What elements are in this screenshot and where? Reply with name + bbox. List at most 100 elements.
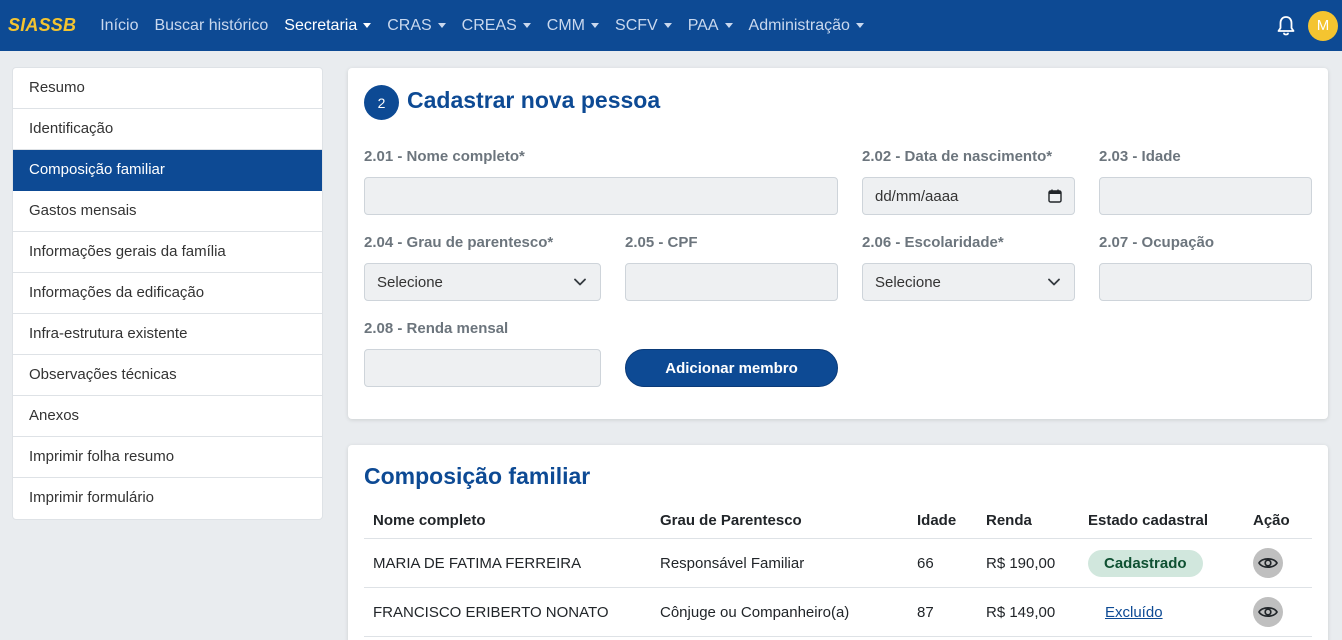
- chevron-down-icon: [574, 278, 586, 286]
- sidebar-item-identificacao[interactable]: Identificação: [13, 109, 322, 150]
- parentesco-label: 2.04 - Grau de parentesco*: [364, 234, 554, 251]
- nav-secretaria-label: Secretaria: [284, 16, 358, 34]
- sidebar-item-resumo[interactable]: Resumo: [13, 68, 322, 109]
- ocupacao-label: 2.07 - Ocupação: [1099, 234, 1215, 251]
- top-navbar: SIASSB Início Buscar histórico Secretari…: [0, 0, 1342, 51]
- nav-buscar-historico[interactable]: Buscar histórico: [154, 17, 268, 35]
- cell-renda: R$ 149,00: [986, 603, 1056, 621]
- brand-logo[interactable]: SIASSB: [8, 15, 76, 36]
- nav-scfv-label: SCFV: [615, 16, 658, 34]
- escolaridade-label: 2.06 - Escolaridade*: [862, 234, 1004, 251]
- cell-idade: 87: [917, 603, 934, 621]
- parentesco-selected: Selecione: [377, 273, 443, 291]
- cell-acao: [1253, 539, 1283, 587]
- eye-icon: [1258, 558, 1278, 568]
- nav-paa[interactable]: PAA: [688, 17, 733, 35]
- caret-down-icon: [663, 23, 672, 28]
- table-row: MARIA DE FATIMA FERREIRA Responsável Fam…: [364, 539, 1312, 588]
- cell-parentesco: Cônjuge ou Companheiro(a): [660, 603, 850, 621]
- table-row: FRANCISCO ERIBERTO NONATO Cônjuge ou Com…: [364, 588, 1312, 637]
- cell-acao: [1253, 588, 1283, 636]
- table-header-row: Nome completo Grau de Parentesco Idade R…: [364, 502, 1312, 539]
- view-button[interactable]: [1253, 597, 1283, 627]
- navbar-right-group: M: [1276, 0, 1338, 51]
- cell-estado: Cadastrado: [1088, 539, 1203, 587]
- sidebar-item-composicao-familiar[interactable]: Composição familiar: [13, 150, 322, 191]
- new-person-form-card: 2 Cadastrar nova pessoa 2.01 - Nome comp…: [348, 68, 1328, 419]
- nav-buscar-historico-label: Buscar histórico: [154, 16, 269, 34]
- nav-administracao[interactable]: Administração: [749, 17, 864, 35]
- cpf-label: 2.05 - CPF: [625, 234, 698, 251]
- avatar[interactable]: M: [1308, 10, 1338, 41]
- eye-icon: [1258, 607, 1278, 617]
- view-button[interactable]: [1253, 548, 1283, 578]
- caret-down-icon: [855, 23, 864, 28]
- caret-down-icon: [522, 23, 531, 28]
- avatar-initial: M: [1316, 17, 1330, 34]
- sidebar-item-informacoes-edificacao[interactable]: Informações da edificação: [13, 273, 322, 314]
- nav-creas-label: CREAS: [461, 16, 517, 34]
- status-badge: Cadastrado: [1088, 549, 1203, 577]
- renda-label: 2.08 - Renda mensal: [364, 320, 509, 337]
- nav-secretaria[interactable]: Secretaria: [284, 16, 372, 35]
- nascimento-date-input[interactable]: dd/mm/aaaa: [862, 177, 1075, 215]
- escolaridade-selected: Selecione: [875, 273, 941, 291]
- nav-scfv[interactable]: SCFV: [615, 17, 672, 35]
- add-member-button[interactable]: Adicionar membro: [625, 349, 838, 387]
- nav-cras-label: CRAS: [387, 16, 432, 34]
- sidebar-item-imprimir-formulario[interactable]: Imprimir formulário: [13, 478, 322, 519]
- nascimento-label: 2.02 - Data de nascimento*: [862, 148, 1053, 165]
- idade-label: 2.03 - Idade: [1099, 148, 1181, 165]
- sidebar-item-imprimir-folha-resumo[interactable]: Imprimir folha resumo: [13, 437, 322, 478]
- col-header-renda: Renda: [986, 511, 1032, 529]
- cell-idade: 66: [917, 554, 934, 572]
- status-link[interactable]: Excluído: [1088, 604, 1163, 621]
- cell-nome: MARIA DE FATIMA FERREIRA: [373, 554, 582, 572]
- sidebar-item-gastos-mensais[interactable]: Gastos mensais: [13, 191, 322, 232]
- nav-creas[interactable]: CREAS: [462, 17, 531, 35]
- col-header-nome: Nome completo: [373, 511, 486, 529]
- calendar-icon[interactable]: [1048, 189, 1062, 203]
- sidebar-item-anexos[interactable]: Anexos: [13, 396, 322, 437]
- bell-icon[interactable]: [1276, 15, 1296, 37]
- cell-renda: R$ 190,00: [986, 554, 1056, 572]
- escolaridade-select[interactable]: Selecione: [862, 263, 1075, 301]
- sidebar-item-observacoes-tecnicas[interactable]: Observações técnicas: [13, 355, 322, 396]
- idade-input: [1099, 177, 1312, 215]
- step-badge: 2: [364, 85, 399, 120]
- cell-estado: Excluído: [1088, 588, 1163, 636]
- renda-input[interactable]: [364, 349, 601, 387]
- nav-cmm[interactable]: CMM: [546, 16, 600, 35]
- nome-label: 2.01 - Nome completo*: [364, 148, 525, 165]
- sidebar-item-informacoes-gerais[interactable]: Informações gerais da família: [13, 232, 322, 273]
- col-header-parentesco: Grau de Parentesco: [660, 511, 802, 529]
- col-header-acao: Ação: [1253, 511, 1290, 529]
- cell-nome: FRANCISCO ERIBERTO NONATO: [373, 603, 609, 621]
- family-table: Nome completo Grau de Parentesco Idade R…: [364, 502, 1312, 637]
- nav-inicio[interactable]: Início: [100, 17, 138, 35]
- nav-cras[interactable]: CRAS: [387, 16, 446, 35]
- cell-parentesco: Responsável Familiar: [660, 554, 805, 572]
- col-header-idade: Idade: [917, 511, 957, 529]
- nav-inicio-label: Início: [100, 16, 139, 34]
- section-sidebar: Resumo Identificação Composição familiar…: [12, 67, 323, 520]
- nav-cmm-label: CMM: [546, 16, 586, 34]
- nav-administracao-label: Administração: [748, 16, 850, 34]
- cpf-input[interactable]: [625, 263, 838, 301]
- nav-paa-label: PAA: [687, 16, 719, 34]
- parentesco-select[interactable]: Selecione: [364, 263, 601, 301]
- col-header-estado: Estado cadastral: [1088, 511, 1209, 529]
- nome-input[interactable]: [364, 177, 838, 215]
- family-composition-card: Composição familiar Nome completo Grau d…: [348, 445, 1328, 640]
- sidebar-item-infra-estrutura[interactable]: Infra-estrutura existente: [13, 314, 322, 355]
- family-title: Composição familiar: [364, 463, 591, 489]
- nascimento-placeholder: dd/mm/aaaa: [875, 187, 959, 205]
- form-title: Cadastrar nova pessoa: [407, 87, 661, 113]
- caret-down-icon: [437, 23, 446, 28]
- step-number: 2: [377, 94, 386, 111]
- caret-down-icon: [591, 23, 600, 28]
- caret-down-icon: [363, 23, 372, 28]
- ocupacao-input[interactable]: [1099, 263, 1312, 301]
- chevron-down-icon: [1048, 278, 1060, 286]
- caret-down-icon: [724, 23, 733, 28]
